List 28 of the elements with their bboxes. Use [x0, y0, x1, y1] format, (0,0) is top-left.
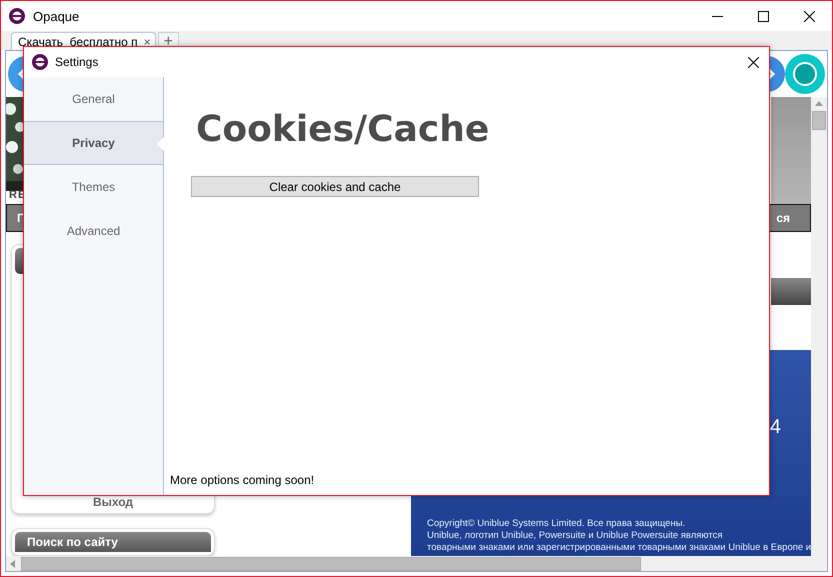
section-bar — [771, 278, 811, 305]
tab-close-icon[interactable]: × — [144, 36, 151, 49]
close-icon — [748, 56, 759, 68]
scroll-left-icon[interactable] — [10, 560, 15, 568]
settings-menu-item[interactable]: Advanced — [24, 209, 163, 253]
copyright-text: Copyright© Uniblue Systems Limited. Все права защищены. — [427, 518, 686, 530]
footer-note: More options coming soon! — [170, 473, 316, 487]
dialog-title: Settings — [55, 55, 98, 69]
settings-menu-item[interactable]: Themes — [24, 165, 163, 209]
copyright-text: товарными знаками или зарегистрированными товарными знаками Uniblue в Европе и — [427, 542, 811, 554]
copyright-text: Uniblue, логотип Uniblue, Powersuite и Uniblue Powersuite являются — [427, 530, 724, 542]
clear-cache-button[interactable]: Clear cookies and cache — [191, 176, 479, 197]
scroll-up-icon[interactable] — [815, 101, 823, 106]
section-heading: Cookies/Cache — [196, 109, 490, 150]
maximize-icon — [758, 10, 768, 22]
scroll-thumb[interactable] — [812, 111, 826, 130]
scroll-thumb[interactable] — [21, 556, 641, 570]
search-panel-heading: Поиск по сайту — [15, 532, 211, 552]
logout-link[interactable]: Выход — [92, 495, 134, 509]
nav-link[interactable]: Г — [17, 211, 24, 225]
settings-logo-icon — [32, 54, 48, 70]
nav-link[interactable]: ся — [776, 211, 790, 225]
close-icon — [804, 10, 814, 22]
settings-menu-item[interactable]: Privacy — [24, 121, 163, 165]
app-logo-icon — [9, 8, 25, 24]
promo-text: 4 — [770, 416, 781, 439]
window-title: Opaque — [33, 8, 80, 24]
settings-menu-item[interactable]: General — [24, 77, 163, 121]
